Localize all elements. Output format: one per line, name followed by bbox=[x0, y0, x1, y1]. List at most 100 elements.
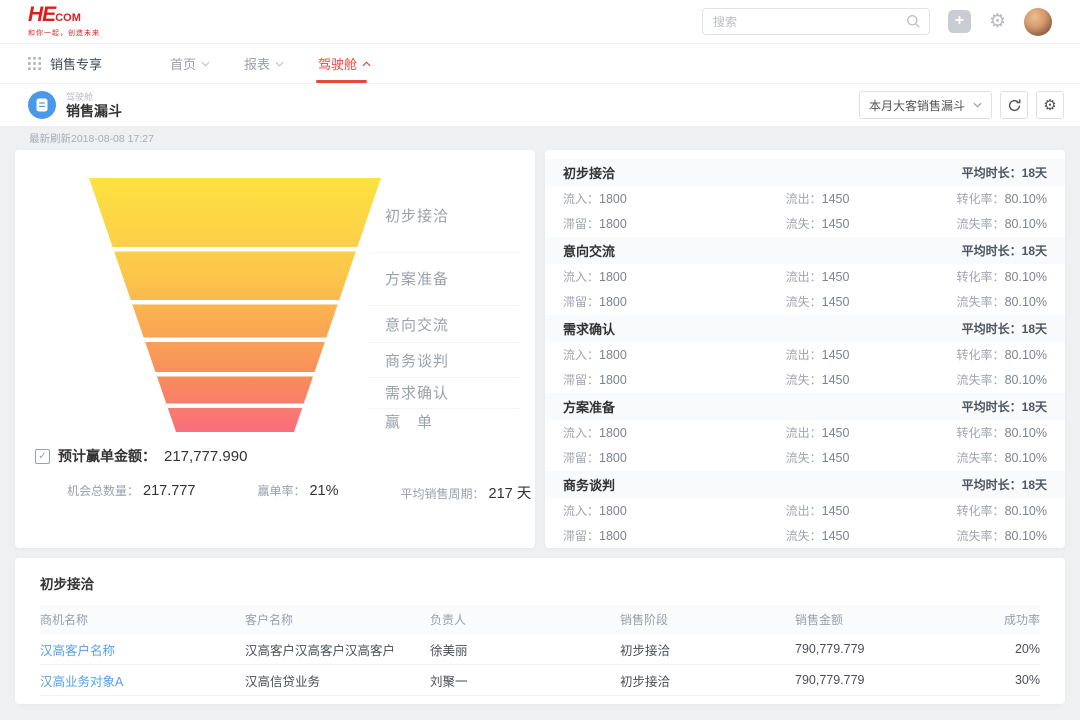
metric-value: 1800 bbox=[599, 192, 627, 206]
metric-label: 流失： bbox=[786, 451, 822, 465]
stage-section-header: 方案准备 平均时长：18天 bbox=[545, 393, 1065, 420]
stage-avg-duration: 平均时长：18天 bbox=[962, 320, 1047, 337]
stat-value: 217 天 bbox=[489, 482, 532, 503]
nav-item-cockpit[interactable]: 驾驶舱 bbox=[318, 44, 371, 83]
customer-name-cell: 汉高信贷业务 bbox=[245, 671, 430, 690]
stage-metrics-row: 滞留：1800 流失：1450 流失率：80.10% bbox=[545, 445, 1065, 470]
metric-value: 80.10% bbox=[1005, 270, 1047, 284]
stage-metrics-row: 流入：1800 流出：1450 转化率：80.10% bbox=[545, 342, 1065, 367]
metric-value: 1800 bbox=[599, 504, 627, 518]
stat-value: 217.777 bbox=[143, 483, 195, 499]
owner-cell: 徐美丽 bbox=[430, 640, 620, 659]
metric-label: 流出： bbox=[786, 348, 822, 362]
stage-metrics-card: 初步接洽 平均时长：18天 流入：1800 流出：1450 转化率：80.10%… bbox=[545, 150, 1065, 548]
checkbox-icon[interactable]: ✓ bbox=[35, 449, 50, 464]
funnel-filter-select[interactable]: 本月大客销售漏斗 bbox=[859, 91, 992, 119]
stat-label: 平均销售周期： bbox=[400, 485, 484, 502]
sales-stage-cell: 初步接洽 bbox=[620, 640, 795, 659]
nav-item-reports-label: 报表 bbox=[244, 54, 270, 73]
hecom-logo: HECOM 和你一起，创造未来 bbox=[28, 6, 100, 38]
column-header-3: 销售阶段 bbox=[620, 611, 795, 628]
nav-item-reports[interactable]: 报表 bbox=[244, 44, 284, 83]
stat-value: 21% bbox=[309, 483, 338, 499]
stat-win-rate: 赢单率： 21% bbox=[257, 482, 338, 503]
funnel-stage-label-3: 商务谈判 bbox=[385, 350, 505, 371]
avatar[interactable] bbox=[1024, 8, 1052, 36]
funnel-separator bbox=[367, 377, 519, 378]
estimate-row: ✓ 预计赢单金额： 217,777.990 bbox=[35, 446, 247, 466]
metric-label: 流失： bbox=[786, 373, 822, 387]
metric-label: 流失率： bbox=[957, 451, 1005, 465]
metric-label: 滞留： bbox=[563, 295, 599, 309]
funnel-separator bbox=[367, 305, 519, 306]
funnel-stage-label-5: 赢 单 bbox=[385, 411, 505, 432]
funnel-separator bbox=[367, 252, 519, 253]
owner-cell: 刘聚一 bbox=[430, 671, 620, 690]
metric-label: 流出： bbox=[786, 192, 822, 206]
metric-value: 80.10% bbox=[1005, 348, 1047, 362]
breadcrumb: 驾驶舱 bbox=[66, 92, 122, 103]
funnel-stage-label-2: 意向交流 bbox=[385, 314, 505, 335]
search-icon bbox=[906, 14, 921, 29]
nav-menu: 首页 报表 驾驶舱 bbox=[170, 44, 371, 83]
gear-icon[interactable]: ⚙ bbox=[989, 12, 1006, 31]
metric-label: 流失： bbox=[786, 295, 822, 309]
metric-label: 转化率： bbox=[957, 504, 1005, 518]
funnel-separator bbox=[367, 408, 519, 409]
stage-section-title: 初步接洽 bbox=[563, 163, 615, 182]
metric-value: 1450 bbox=[822, 348, 850, 362]
metric-label: 流失率： bbox=[957, 295, 1005, 309]
topbar: HECOM 和你一起，创造未来 + ⚙ bbox=[0, 0, 1080, 44]
table-body: 汉高客户名称 汉高客户汉高客户汉高客户 徐美丽 初步接洽 790,779.779… bbox=[40, 634, 1040, 696]
refresh-icon bbox=[1007, 98, 1022, 113]
stage-section-title: 意向交流 bbox=[563, 241, 615, 260]
column-header-2: 负责人 bbox=[430, 611, 620, 628]
stage-metrics-row: 滞留：1800 流失：1450 流失率：80.10% bbox=[545, 211, 1065, 236]
stage-metrics-row: 流入：1800 流出：1450 转化率：80.10% bbox=[545, 420, 1065, 445]
metric-value: 80.10% bbox=[1005, 217, 1047, 231]
metric-label: 转化率： bbox=[957, 348, 1005, 362]
logo-text: HECOM bbox=[28, 6, 100, 27]
metric-value: 80.10% bbox=[1005, 295, 1047, 309]
opportunity-name-link[interactable]: 汉高业务对象A bbox=[40, 671, 245, 690]
metric-value: 80.10% bbox=[1005, 529, 1047, 543]
stage-section-header: 需求确认 平均时长：18天 bbox=[545, 315, 1065, 342]
stage-section-title: 方案准备 bbox=[563, 397, 615, 416]
funnel-stage-label-4: 需求确认 bbox=[385, 382, 505, 403]
stage-sections: 初步接洽 平均时长：18天 流入：1800 流出：1450 转化率：80.10%… bbox=[545, 159, 1065, 548]
app-switcher[interactable]: 销售专享 bbox=[28, 54, 102, 73]
metric-label: 流入： bbox=[563, 504, 599, 518]
page-title: 销售漏斗 bbox=[66, 103, 122, 119]
add-button[interactable]: + bbox=[948, 10, 971, 33]
metric-label: 转化率： bbox=[957, 192, 1005, 206]
stat-opportunity-count: 机会总数量： 217.777 bbox=[67, 482, 195, 503]
stage-section: 商务谈判 平均时长：18天 流入：1800 流出：1450 转化率：80.10%… bbox=[545, 471, 1065, 548]
stage-section-title: 商务谈判 bbox=[563, 475, 615, 494]
metric-label: 流失率： bbox=[957, 529, 1005, 543]
metric-label: 转化率： bbox=[957, 270, 1005, 284]
search-input[interactable] bbox=[703, 9, 929, 34]
metric-value: 1800 bbox=[599, 295, 627, 309]
funnel-separator bbox=[367, 342, 519, 343]
grid-icon bbox=[28, 57, 41, 70]
metric-label: 流失率： bbox=[957, 217, 1005, 231]
stage-section-header: 意向交流 平均时长：18天 bbox=[545, 237, 1065, 264]
stage-metrics-row: 流入：1800 流出：1450 转化率：80.10% bbox=[545, 498, 1065, 523]
search-box[interactable] bbox=[702, 8, 930, 35]
workspace-label: 销售专享 bbox=[50, 54, 102, 73]
pagebar-actions: 本月大客销售漏斗 ⚙ bbox=[859, 91, 1064, 119]
metric-value: 1450 bbox=[822, 504, 850, 518]
opportunity-name-link[interactable]: 汉高客户名称 bbox=[40, 640, 245, 659]
table-title: 初步接洽 bbox=[40, 558, 1040, 593]
funnel-chart[interactable] bbox=[89, 178, 381, 432]
dashboard-settings-button[interactable]: ⚙ bbox=[1036, 91, 1064, 119]
refresh-button[interactable] bbox=[1000, 91, 1028, 119]
metric-value: 1800 bbox=[599, 348, 627, 362]
metric-label: 流入： bbox=[563, 348, 599, 362]
table-header-row: 商机名称客户名称负责人销售阶段销售金额成功率 bbox=[40, 605, 1040, 634]
nav-item-home[interactable]: 首页 bbox=[170, 44, 210, 83]
logo-he: HE bbox=[28, 3, 55, 26]
metric-value: 1800 bbox=[599, 529, 627, 543]
stage-metrics-row: 滞留：1800 流失：1450 流失率：80.10% bbox=[545, 367, 1065, 392]
metric-value: 1450 bbox=[822, 426, 850, 440]
